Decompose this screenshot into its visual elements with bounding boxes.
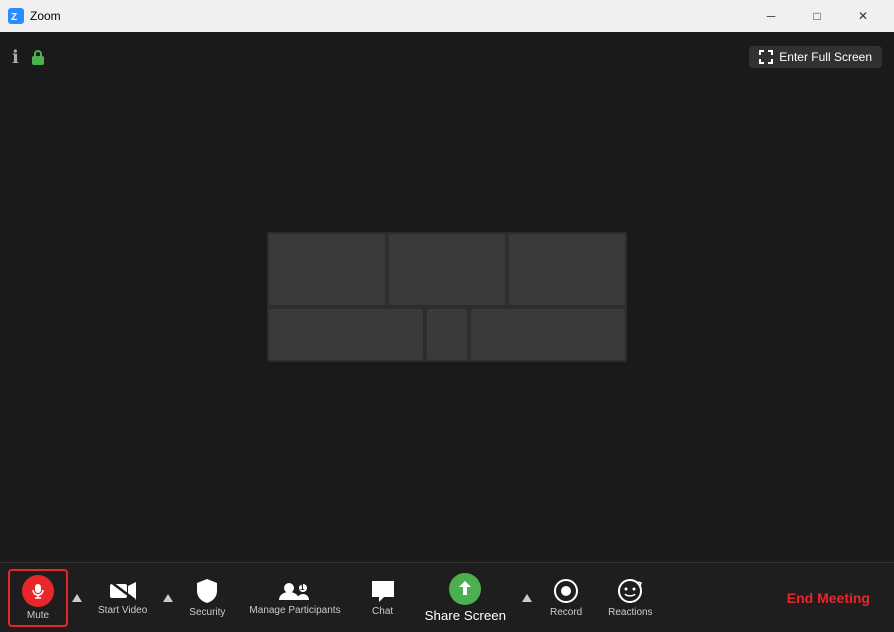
mute-chevron-button[interactable] xyxy=(68,594,86,602)
share-screen-button[interactable]: Share Screen xyxy=(413,567,519,629)
svg-text:Z: Z xyxy=(11,12,17,23)
video-off-icon xyxy=(109,580,137,602)
top-overlay: ℹ Enter Full Screen xyxy=(0,38,894,76)
shield-icon xyxy=(195,578,219,604)
record-icon xyxy=(553,578,579,604)
toolbar-items: Mute Start Video xyxy=(8,567,771,629)
app-title: Zoom xyxy=(30,9,61,23)
video-cell-2 xyxy=(389,234,505,305)
security-lock-icon xyxy=(29,48,47,66)
record-button[interactable]: Record xyxy=(536,572,596,624)
chevron-up-icon xyxy=(72,594,82,602)
toolbar: Mute Start Video xyxy=(0,562,894,632)
close-button[interactable]: ✕ xyxy=(840,0,886,32)
start-video-button[interactable]: Start Video xyxy=(86,574,159,622)
video-top-row xyxy=(267,232,627,307)
share-chevron-button[interactable] xyxy=(518,594,536,602)
window-controls: ─ □ ✕ xyxy=(748,0,886,32)
fullscreen-icon xyxy=(759,50,773,64)
minimize-button[interactable]: ─ xyxy=(748,0,794,32)
chevron-up-icon-3 xyxy=(522,594,532,602)
manage-participants-button[interactable]: 1 Manage Participants xyxy=(237,574,352,622)
reactions-icon xyxy=(617,578,643,604)
video-cell-3 xyxy=(509,234,625,305)
video-chevron-button[interactable] xyxy=(159,594,177,602)
title-bar: Z Zoom ─ □ ✕ xyxy=(0,0,894,32)
chat-icon xyxy=(370,579,396,603)
video-bottom-row xyxy=(267,307,627,362)
fullscreen-button[interactable]: Enter Full Screen xyxy=(749,46,882,68)
reactions-button[interactable]: Reactions xyxy=(596,572,664,624)
chevron-up-icon-2 xyxy=(163,594,173,602)
fullscreen-label: Enter Full Screen xyxy=(779,50,872,64)
video-grid xyxy=(267,232,627,362)
chat-label: Chat xyxy=(372,606,393,617)
mute-label: Mute xyxy=(27,610,49,621)
share-screen-label: Share Screen xyxy=(425,608,507,623)
video-cell-6 xyxy=(471,309,625,360)
top-left-icons: ℹ xyxy=(12,47,47,68)
share-screen-icon xyxy=(449,573,481,605)
info-icon[interactable]: ℹ xyxy=(12,47,19,68)
zoom-logo-icon: Z xyxy=(8,8,24,24)
manage-participants-label: Manage Participants xyxy=(249,605,340,616)
maximize-button[interactable]: □ xyxy=(794,0,840,32)
video-cell-1 xyxy=(269,234,385,305)
video-cell-5 xyxy=(427,309,467,360)
mute-icon xyxy=(22,575,54,607)
security-button[interactable]: Security xyxy=(177,572,237,624)
title-bar-left: Z Zoom xyxy=(8,8,61,24)
reactions-label: Reactions xyxy=(608,607,652,618)
participants-icon: 1 xyxy=(279,580,311,602)
chat-button[interactable]: Chat xyxy=(353,573,413,623)
security-label: Security xyxy=(189,607,225,618)
main-content xyxy=(0,32,894,562)
end-meeting-button[interactable]: End Meeting xyxy=(771,590,886,606)
mute-button[interactable]: Mute xyxy=(8,569,68,627)
top-right-controls: Enter Full Screen xyxy=(749,46,882,68)
video-cell-4 xyxy=(269,309,423,360)
svg-text:1: 1 xyxy=(300,583,305,592)
start-video-label: Start Video xyxy=(98,605,147,616)
video-area xyxy=(267,232,627,362)
record-label: Record xyxy=(550,607,582,618)
